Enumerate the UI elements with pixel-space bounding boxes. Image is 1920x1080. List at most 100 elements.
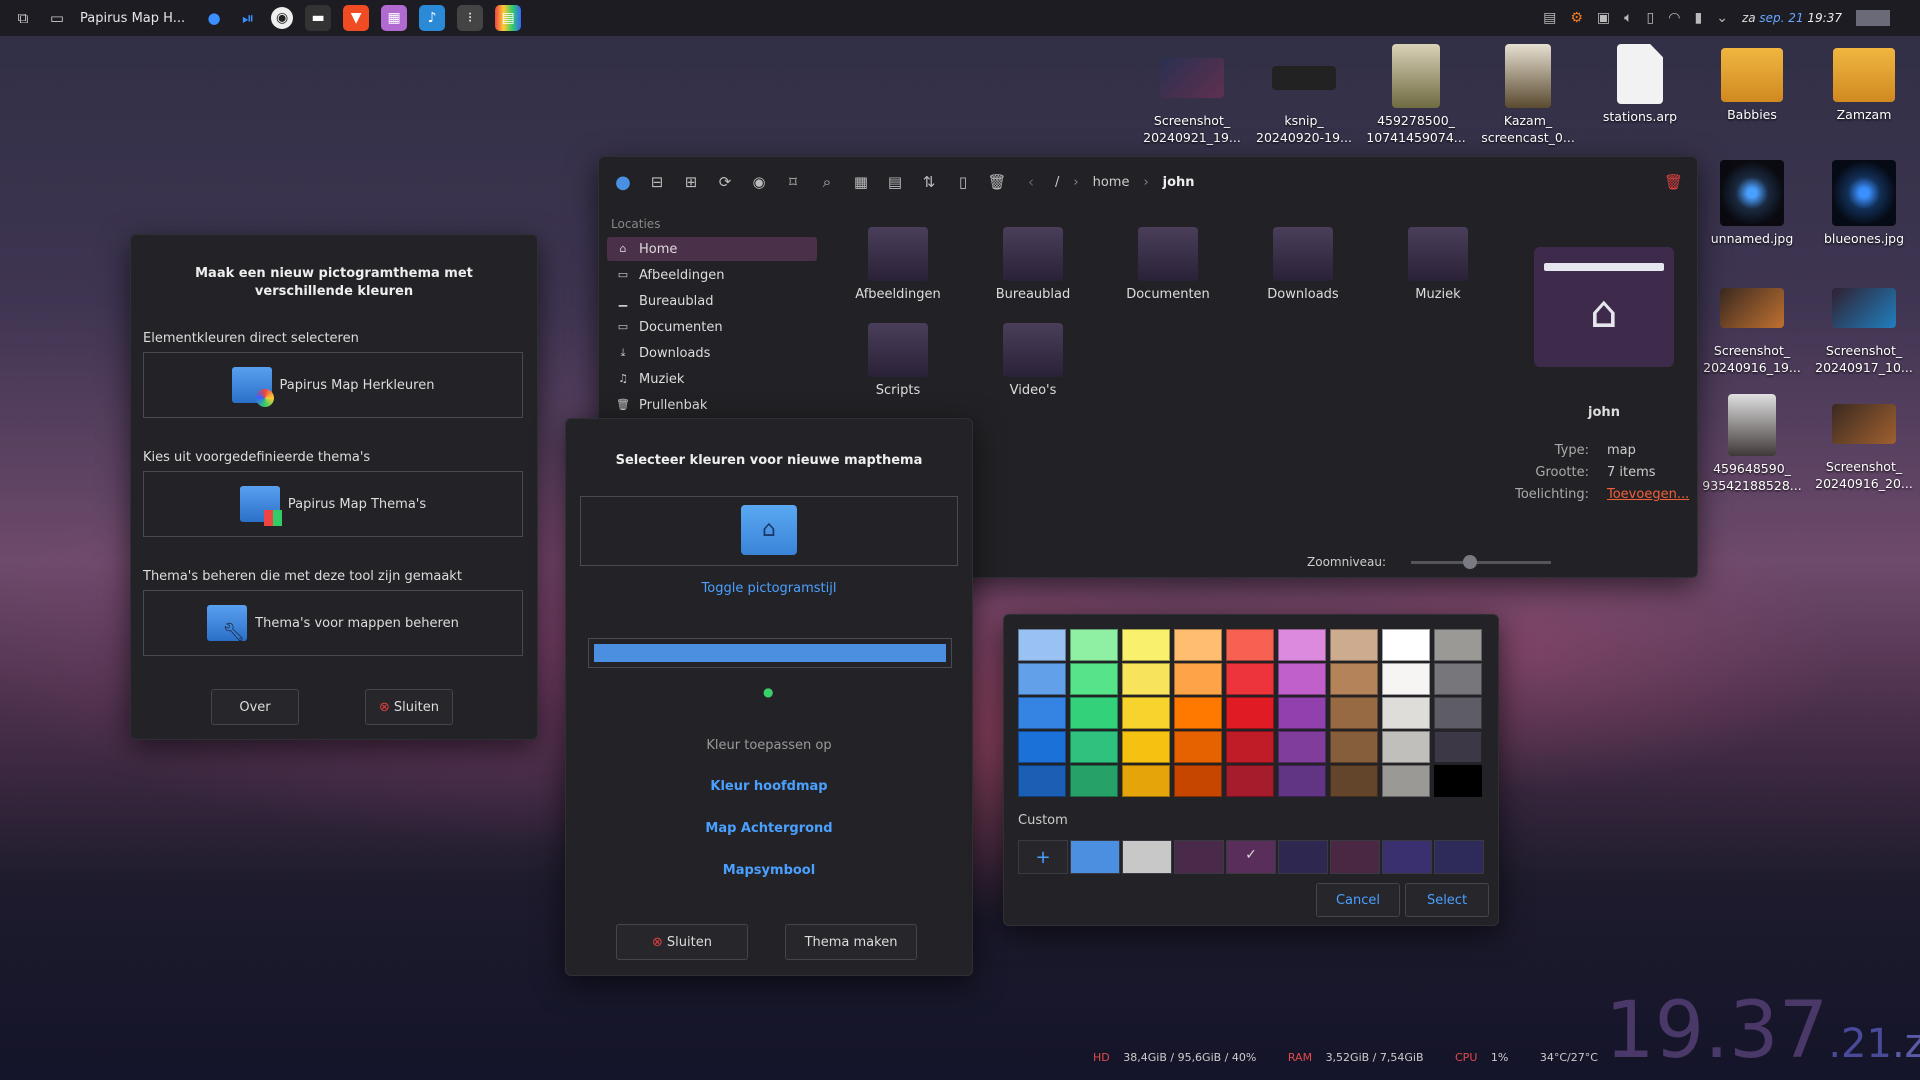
toggle-icon-style-link[interactable]: Toggle pictogramstijl <box>566 581 972 596</box>
app-menu-icon[interactable]: ● <box>613 172 633 193</box>
app-launcher-settings-icon[interactable]: ⁝ <box>457 5 484 31</box>
search-icon[interactable]: ⌕ <box>817 172 837 192</box>
color-swatch[interactable] <box>1226 697 1274 729</box>
color-swatch[interactable] <box>1018 731 1066 763</box>
breadcrumb-current[interactable]: john <box>1163 175 1195 190</box>
color-swatch[interactable] <box>1382 765 1430 797</box>
custom-color-swatch[interactable] <box>1382 840 1432 874</box>
desktop-icon[interactable]: unnamed.jpg <box>1698 160 1806 247</box>
option-folder-background[interactable]: Map Achtergrond <box>566 821 972 836</box>
color-swatch[interactable] <box>1018 765 1066 797</box>
sidebar-item-documenten[interactable]: ▭ Documenten <box>607 315 817 339</box>
updates-icon[interactable]: ⚙ <box>1570 10 1583 26</box>
about-button[interactable]: Over <box>211 689 299 725</box>
play-pause-icon[interactable]: ⏯ <box>237 7 259 29</box>
color-swatch[interactable] <box>1174 697 1222 729</box>
bookmark-icon[interactable]: ⌑ <box>783 172 803 192</box>
color-swatch[interactable] <box>1382 731 1430 763</box>
cancel-button[interactable]: Cancel <box>1316 883 1400 917</box>
option-folder-symbol[interactable]: Mapsymbool <box>566 863 972 878</box>
custom-color-swatch[interactable] <box>1330 840 1380 874</box>
sidebar-item-muziek[interactable]: ♫ Muziek <box>607 367 817 391</box>
folder-item[interactable]: Downloads <box>1243 227 1363 302</box>
new-tab-icon[interactable]: ⊞ <box>681 172 701 192</box>
desktop-icon[interactable]: Babbies <box>1698 48 1806 123</box>
breadcrumb-root[interactable]: / <box>1055 175 1059 190</box>
custom-color-swatch[interactable] <box>1278 840 1328 874</box>
color-swatch[interactable] <box>1018 663 1066 695</box>
option-main-folder[interactable]: Kleur hoofdmap <box>566 779 972 794</box>
color-swatch[interactable] <box>1434 697 1482 729</box>
chat-icon[interactable]: ▤ <box>1543 10 1556 26</box>
list-view-icon[interactable]: ▤ <box>885 172 905 192</box>
desktop-icon[interactable]: Screenshot_ 20240917_10... <box>1810 288 1918 376</box>
network-icon[interactable]: ◠ <box>1668 10 1680 26</box>
color-swatch[interactable] <box>1278 629 1326 661</box>
media-status-icon[interactable]: ● <box>203 7 225 29</box>
color-swatch[interactable] <box>1330 663 1378 695</box>
grid-view-icon[interactable]: ▦ <box>851 172 871 192</box>
custom-color-swatch[interactable]: ✓ <box>1226 840 1276 874</box>
color-swatch[interactable] <box>1174 731 1222 763</box>
color-swatch[interactable] <box>1122 731 1170 763</box>
color-swatch[interactable] <box>1434 663 1482 695</box>
sidebar-item-prullenbak[interactable]: 🗑︎ Prullenbak <box>607 393 817 417</box>
color-swatch[interactable] <box>1278 765 1326 797</box>
selected-color-bar[interactable] <box>588 638 952 668</box>
color-swatch[interactable] <box>1226 765 1274 797</box>
battery-icon[interactable]: ▮ <box>1694 10 1702 26</box>
color-swatch[interactable] <box>1070 629 1118 661</box>
show-desktop-button[interactable] <box>1856 10 1890 26</box>
back-icon[interactable]: ‹ <box>1021 172 1041 192</box>
sidebar-item-afbeeldingen[interactable]: ▭ Afbeeldingen <box>607 263 817 287</box>
custom-color-swatch[interactable] <box>1434 840 1484 874</box>
color-swatch[interactable] <box>1382 663 1430 695</box>
phone-icon[interactable]: ▯ <box>1647 10 1655 26</box>
close-button[interactable]: ⊗ Sluiten <box>365 689 453 725</box>
split-view-icon[interactable]: ⊟ <box>647 172 667 192</box>
manage-themes-button[interactable]: 🔧︎ Thema's voor mappen beheren <box>143 590 523 656</box>
sidebar-item-bureaublad[interactable]: ▁ Bureaublad <box>607 289 817 313</box>
sort-icon[interactable]: ⇅ <box>919 172 939 192</box>
sidebar-item-home[interactable]: ⌂ Home <box>607 237 817 261</box>
desktop-icon[interactable]: stations.arp <box>1586 44 1694 125</box>
close-window-icon[interactable]: 🗑︎ <box>1664 173 1683 191</box>
breadcrumb-home[interactable]: home <box>1093 175 1130 190</box>
color-swatch[interactable] <box>1434 629 1482 661</box>
color-swatch[interactable] <box>1070 765 1118 797</box>
app-launcher-obs-icon[interactable]: ◉ <box>271 7 294 29</box>
color-swatch[interactable] <box>1122 663 1170 695</box>
color-swatch[interactable] <box>1122 765 1170 797</box>
folder-item[interactable]: Muziek <box>1378 227 1498 302</box>
desktop-icon[interactable]: Kazam_ screencast_0... <box>1474 44 1582 146</box>
color-swatch[interactable] <box>1174 765 1222 797</box>
color-swatch[interactable] <box>1330 765 1378 797</box>
custom-color-swatch[interactable] <box>1070 840 1120 874</box>
folder-item[interactable]: Video's <box>973 323 1093 398</box>
make-theme-button[interactable]: Thema maken <box>785 924 917 960</box>
zoom-slider-handle[interactable] <box>1462 555 1477 569</box>
custom-color-swatch[interactable] <box>1122 840 1172 874</box>
color-swatch[interactable] <box>1434 765 1482 797</box>
color-swatch[interactable] <box>1226 731 1274 763</box>
color-swatch[interactable] <box>1122 697 1170 729</box>
desktop-icon[interactable]: 459278500_ 10741459074... <box>1362 44 1470 146</box>
custom-color-swatch[interactable] <box>1174 840 1224 874</box>
reload-icon[interactable]: ⟳ <box>715 172 735 192</box>
color-swatch[interactable] <box>1330 731 1378 763</box>
folder-item[interactable]: Scripts <box>838 323 958 398</box>
desktop-icon[interactable]: blueones.jpg <box>1810 160 1918 247</box>
app-launcher-brave-icon[interactable]: ▼ <box>343 5 370 31</box>
color-swatch[interactable] <box>1070 697 1118 729</box>
desktop-icon[interactable]: Zamzam <box>1810 48 1918 123</box>
panel-clock[interactable]: za sep. 21 19:37 <box>1742 11 1842 25</box>
app-launcher-store-icon[interactable]: ▤ <box>495 5 522 31</box>
predefined-themes-button[interactable]: Papirus Map Thema's <box>143 471 523 537</box>
color-swatch[interactable] <box>1382 629 1430 661</box>
color-swatch[interactable] <box>1278 697 1326 729</box>
app-launcher-music-icon[interactable]: ♪ <box>419 5 446 31</box>
color-swatch[interactable] <box>1070 731 1118 763</box>
folder-item[interactable]: Bureaublad <box>973 227 1093 302</box>
info-comment-link[interactable]: Toevoegen... <box>1607 487 1689 502</box>
screenshot-icon[interactable]: ▭ <box>46 7 68 29</box>
